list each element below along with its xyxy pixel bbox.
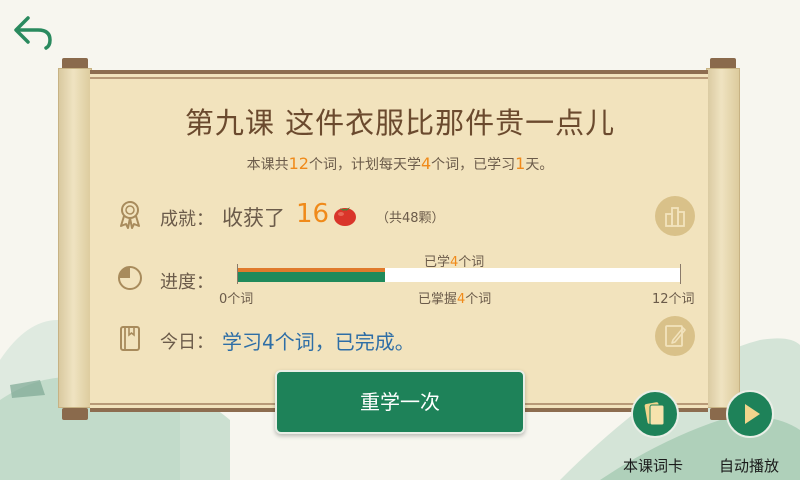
- today-status: 学习4个词，已完成。: [222, 330, 415, 354]
- tomato-icon: [334, 207, 356, 226]
- daily-words: 4: [420, 154, 432, 173]
- achievement-text: 收获了: [222, 206, 285, 230]
- book-icon: [120, 326, 140, 351]
- relearn-button[interactable]: 重学一次: [275, 370, 525, 434]
- today-label: 今日：: [160, 332, 214, 353]
- progress-tick-end: [680, 264, 681, 284]
- days-studied: 1: [515, 154, 526, 173]
- progress-label: 进度：: [160, 272, 214, 293]
- edit-note-icon: [665, 325, 686, 347]
- achievement-count: 16: [296, 199, 330, 229]
- medal-icon: [120, 201, 140, 229]
- back-arrow-icon: [14, 16, 52, 50]
- lesson-title: 第九课 这件衣服比那件贵一点儿: [184, 106, 616, 140]
- progress-bar: [238, 268, 680, 282]
- progress-min-label: 0个词: [219, 292, 254, 307]
- pie-chart-icon: [118, 266, 142, 290]
- progress-mastered-label: 已掌握4个词: [418, 292, 492, 307]
- play-icon: [745, 404, 760, 424]
- progress-max-label: 12个词: [652, 292, 695, 307]
- total-words: 12: [288, 154, 309, 173]
- ranking-button[interactable]: [655, 196, 695, 236]
- cards-icon: [644, 402, 665, 426]
- ranking-icon: [665, 207, 685, 227]
- word-cards-label: 本课词卡: [623, 457, 684, 475]
- autoplay-button[interactable]: [726, 390, 774, 438]
- achievement-total: （共48颗）: [376, 211, 445, 226]
- progress-mastered-fill: [238, 272, 385, 282]
- scroll-rod-cap: [62, 408, 88, 420]
- back-button[interactable]: [12, 12, 56, 52]
- autoplay-label: 自动播放: [719, 457, 780, 475]
- word-cards-button[interactable]: [631, 390, 679, 438]
- notes-button[interactable]: [655, 316, 695, 356]
- achievement-label: 成就：: [160, 209, 214, 230]
- lesson-summary: 本课共12个词，计划每天学4个词，已学习1天。: [246, 154, 554, 173]
- progress-tick-start: [237, 264, 238, 284]
